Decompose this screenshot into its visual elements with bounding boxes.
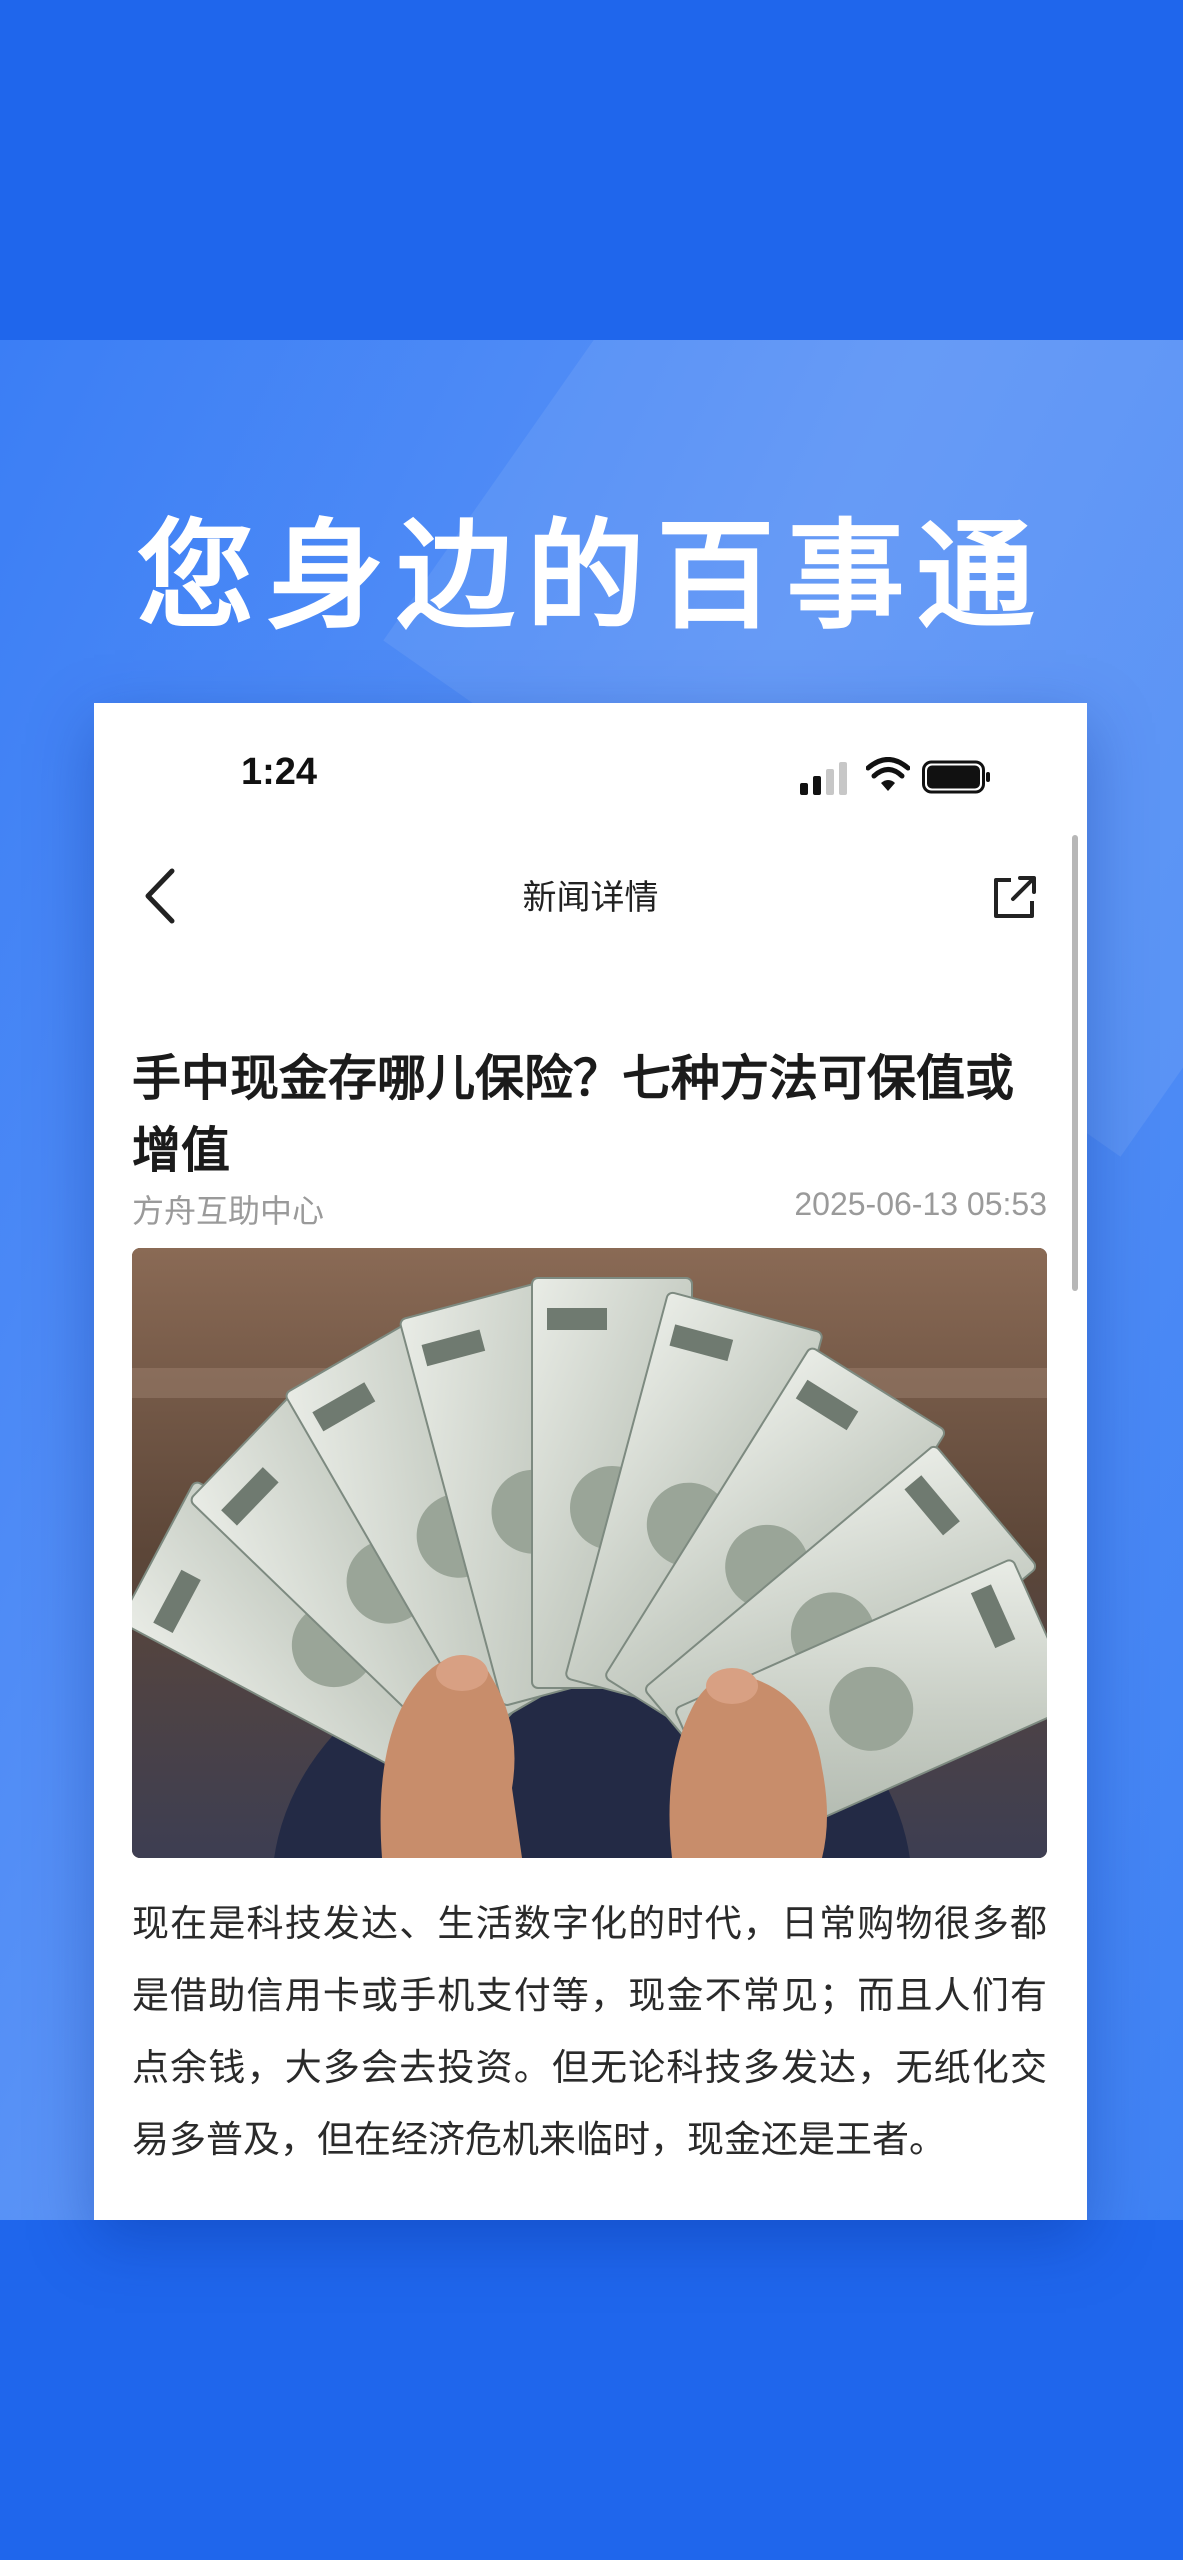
phone-screen: 1:24 新闻详情 手中现金存哪儿保险？七种方法可保值或增值 方舟互助中心 20… (94, 703, 1087, 2220)
article-source: 方舟互助中心 (132, 1192, 325, 1230)
nav-title: 新闻详情 (522, 878, 659, 918)
article-meta: 方舟互助中心 2025-06-13 05:53 (132, 1186, 1047, 1236)
promo-slogan: 您身边的百事通 (136, 507, 1047, 645)
article-image (132, 1248, 1047, 1858)
share-icon[interactable] (989, 873, 1039, 923)
article-title: 手中现金存哪儿保险？七种方法可保值或增值 (132, 1050, 1015, 1179)
wifi-icon (866, 757, 910, 791)
article-body: 现在是科技发达、生活数字化的时代，日常购物很多都是借助信用卡或手机支付等，现金不… (132, 1902, 1047, 2161)
status-bar: 1:24 (94, 703, 1087, 843)
signal-icon (800, 762, 847, 795)
status-time: 1:24 (241, 751, 318, 793)
scrollbar[interactable] (1072, 835, 1078, 1291)
nav-bar: 新闻详情 (94, 843, 1087, 953)
article-date: 2025-06-13 05:53 (794, 1186, 1047, 1222)
battery-icon (922, 760, 990, 794)
chevron-left-icon[interactable] (134, 861, 190, 931)
money-photo-illustration (132, 1248, 1047, 1858)
